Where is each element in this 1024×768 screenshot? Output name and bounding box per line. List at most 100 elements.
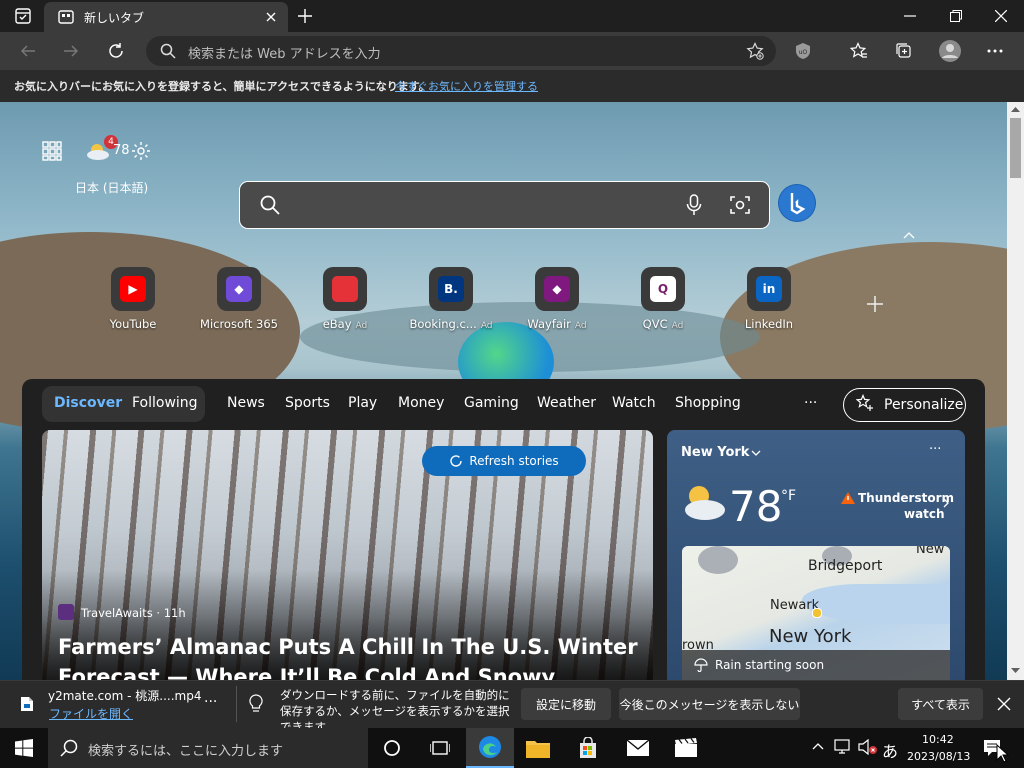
feed-tab-shopping[interactable]: Shopping: [675, 395, 741, 411]
new-tab-plus-icon[interactable]: [294, 5, 316, 27]
quick-link-glyph: [332, 276, 358, 302]
minimize-icon[interactable]: [898, 5, 922, 27]
manage-favorites-link[interactable]: 今すぐお気に入りを管理する: [395, 78, 538, 94]
quick-link-icon: ◆: [535, 267, 579, 311]
bing-search-box[interactable]: [239, 181, 770, 229]
bing-chat-icon[interactable]: [778, 184, 816, 222]
feed-tab-weather[interactable]: Weather: [537, 395, 596, 411]
weather-location[interactable]: New York: [681, 445, 749, 460]
map-cloud: [698, 546, 738, 574]
personalize-button[interactable]: Personalize: [843, 388, 966, 422]
page-scrollbar[interactable]: [1007, 102, 1024, 680]
favorites-icon[interactable]: [848, 40, 870, 62]
divider: [236, 686, 237, 722]
collapse-chevron-up-icon[interactable]: [900, 228, 918, 242]
clock-date[interactable]: 2023/08/13: [907, 750, 970, 763]
ad-label: Ad: [574, 321, 587, 331]
visual-search-icon[interactable]: [730, 195, 750, 219]
scrollbar-thumb[interactable]: [1010, 118, 1021, 178]
weather-more-icon[interactable]: ···: [929, 442, 941, 457]
story-headline[interactable]: Farmers’ Almanac Puts A Chill In The U.S…: [58, 632, 638, 680]
close-tab-icon[interactable]: [262, 8, 280, 26]
open-file-link[interactable]: ファイルを開く: [49, 705, 133, 722]
quick-link-tile[interactable]: B. Booking.c... Ad: [406, 267, 496, 331]
add-favorite-icon[interactable]: [746, 42, 764, 64]
windows-start-icon[interactable]: [0, 728, 48, 768]
weather-temp-short: 78: [113, 143, 130, 158]
map-label-new: New: [916, 546, 945, 557]
address-bar[interactable]: 検索または Web アドレスを入力: [146, 36, 776, 66]
close-window-icon[interactable]: [989, 5, 1013, 27]
back-icon[interactable]: [17, 40, 39, 62]
quick-link-tile[interactable]: ◆ Microsoft 365: [194, 267, 284, 331]
quick-link-label: YouTube: [88, 317, 178, 331]
taskbar-video-editor-icon[interactable]: [662, 728, 710, 768]
profile-avatar-icon[interactable]: [937, 38, 963, 64]
show-hidden-icons-chevron-icon[interactable]: [812, 742, 824, 750]
quick-link-tile[interactable]: ▶ YouTube: [88, 267, 178, 331]
ublock-extension-icon[interactable]: uO: [792, 40, 814, 62]
feed-tab-watch[interactable]: Watch: [612, 395, 656, 411]
taskbar-mail-icon[interactable]: [614, 728, 662, 768]
cortana-icon[interactable]: [368, 728, 416, 768]
scroll-up-icon[interactable]: [1011, 106, 1020, 112]
quick-link-label: eBay Ad: [300, 317, 390, 331]
settings-more-icon[interactable]: [984, 40, 1006, 62]
quick-link-tile[interactable]: Q QVC Ad: [618, 267, 708, 331]
feed-more-icon[interactable]: ···: [804, 395, 817, 411]
map-label-bridgeport: Bridgeport: [808, 558, 883, 574]
network-icon[interactable]: [834, 738, 852, 754]
tab-new-tab[interactable]: 新しいタブ: [44, 2, 288, 32]
taskbar-search-box[interactable]: 検索するには、ここに入力します: [48, 728, 368, 768]
quick-link-tile[interactable]: ◆ Wayfair Ad: [512, 267, 602, 331]
refresh-stories-button[interactable]: Refresh stories: [422, 446, 586, 476]
volume-muted-icon[interactable]: [858, 739, 878, 755]
clock-time[interactable]: 10:42: [922, 733, 954, 746]
map-label-new-york: New York: [769, 626, 852, 647]
feed-tab-money[interactable]: Money: [398, 395, 444, 411]
weather-alert-subtitle[interactable]: watch: [904, 507, 945, 521]
ime-indicator[interactable]: あ: [882, 738, 898, 762]
quick-link-glyph: ▶: [120, 276, 146, 302]
quick-link-tile[interactable]: eBay Ad: [300, 267, 390, 331]
collections-icon[interactable]: [893, 40, 915, 62]
quick-link-icon: ▶: [111, 267, 155, 311]
restore-icon[interactable]: [944, 5, 968, 27]
download-more-icon[interactable]: ···: [204, 694, 217, 710]
page-settings-gear-icon[interactable]: [129, 139, 153, 163]
feed-tab-discover[interactable]: Discover: [54, 395, 122, 411]
svg-text:uO: uO: [799, 49, 808, 56]
feed-tab-sports[interactable]: Sports: [285, 395, 330, 411]
app-launcher-icon[interactable]: [40, 139, 64, 163]
weather-map[interactable]: Bridgeport Newark New York New rown Rain…: [682, 546, 950, 680]
ad-label: Ad: [671, 321, 684, 331]
quick-link-tile[interactable]: in LinkedIn: [724, 267, 814, 331]
close-download-bar-icon[interactable]: [997, 697, 1011, 711]
location-chevron-down-icon[interactable]: [751, 450, 761, 456]
alert-chevron-right-icon[interactable]: [943, 498, 949, 508]
go-to-settings-button[interactable]: 設定に移動: [521, 688, 611, 720]
scroll-down-icon[interactable]: [1011, 668, 1020, 674]
show-all-downloads-button[interactable]: すべて表示: [898, 688, 983, 720]
refresh-stories-label: Refresh stories: [469, 454, 559, 468]
feed-tab-news[interactable]: News: [227, 395, 265, 411]
language-selector[interactable]: 日本 (日本語): [75, 179, 148, 196]
add-shortcut-plus-icon[interactable]: [863, 292, 887, 316]
task-view-icon[interactable]: [416, 728, 464, 768]
quick-link-label: LinkedIn: [724, 317, 814, 331]
feed-tab-play[interactable]: Play: [348, 395, 377, 411]
taskbar-store-icon[interactable]: [564, 728, 612, 768]
quick-link-label: Booking.c... Ad: [406, 317, 496, 331]
tab-actions-icon[interactable]: [12, 6, 34, 26]
taskbar-edge-icon[interactable]: [466, 728, 514, 768]
dont-show-again-button[interactable]: 今後このメッセージを表示しない: [619, 688, 800, 720]
microphone-icon[interactable]: [686, 194, 702, 220]
quick-link-label: QVC Ad: [618, 317, 708, 331]
weather-alert-title[interactable]: Thunderstorm: [858, 491, 954, 505]
feed-tab-gaming[interactable]: Gaming: [464, 395, 519, 411]
feed-tab-following[interactable]: Following: [132, 395, 198, 411]
refresh-icon[interactable]: [105, 40, 127, 62]
taskbar-file-explorer-icon[interactable]: [514, 728, 562, 768]
forward-icon[interactable]: [60, 40, 82, 62]
mouse-cursor-icon: [996, 744, 1010, 763]
